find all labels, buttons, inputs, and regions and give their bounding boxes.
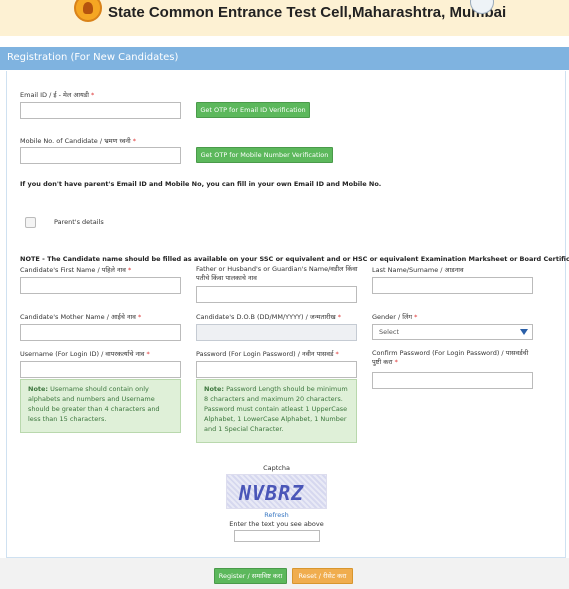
- gender-label: Gender / लिंग *: [372, 313, 418, 321]
- parents-details-label: Parent's details: [54, 218, 104, 226]
- mobile-otp-button[interactable]: Get OTP for Mobile Number Verification: [196, 147, 333, 163]
- password-field[interactable]: [196, 361, 357, 378]
- parents-details-checkbox[interactable]: [25, 217, 36, 228]
- password-note-text: Password Length should be minimum 8 char…: [204, 385, 348, 433]
- first-name-label: Candidate's First Name / पहिले नाव *: [20, 266, 132, 274]
- captcha-image: NVBRZ: [226, 474, 327, 509]
- confirm-password-label: Confirm Password (For Login Password) / …: [372, 349, 529, 366]
- username-field[interactable]: [20, 361, 181, 378]
- candidate-name-note: NOTE - The Candidate name should be fill…: [20, 255, 569, 263]
- register-button[interactable]: Register / समाविष्ट करा: [214, 568, 287, 584]
- last-name-field[interactable]: [372, 277, 533, 294]
- captcha-refresh-link[interactable]: Refresh: [226, 511, 327, 519]
- father-name-label: Father or Husband's or Guardian's Name/व…: [196, 265, 358, 282]
- confirm-password-field[interactable]: [372, 372, 533, 389]
- mother-name-label: Candidate's Mother Name / आईचे नाव *: [20, 313, 142, 321]
- father-name-field[interactable]: [196, 286, 357, 303]
- captcha-image-text: NVBRZ: [239, 481, 305, 505]
- panel-title: Registration (For New Candidates): [0, 47, 569, 70]
- username-note-text: Username should contain only alphabets a…: [28, 385, 160, 423]
- site-header: State Common Entrance Test Cell,Maharash…: [0, 0, 569, 36]
- username-label: Username (For Login ID) / वापरकर्त्याचे …: [20, 350, 150, 358]
- mobile-field[interactable]: [20, 147, 181, 164]
- email-otp-button[interactable]: Get OTP for Email ID Verification: [196, 102, 310, 118]
- captcha-input[interactable]: [234, 530, 320, 542]
- sce-cell-logo-icon: [74, 0, 102, 22]
- reset-button[interactable]: Reset / रीसेट करा: [292, 568, 353, 584]
- gender-selected-value: Select: [379, 328, 400, 336]
- site-title: State Common Entrance Test Cell,Maharash…: [108, 4, 507, 21]
- username-rules-note: Note: Username should contain only alpha…: [20, 379, 181, 433]
- password-label: Password (For Login Password) / नवीन पास…: [196, 350, 339, 358]
- mobile-label: Mobile No. of Candidate / भ्रमण ध्वनी *: [20, 137, 137, 145]
- captcha-instruction: Enter the text you see above: [229, 520, 324, 528]
- email-label: Email ID / ई - मेल आयडी *: [20, 91, 95, 99]
- password-rules-note: Note: Password Length should be minimum …: [196, 379, 357, 443]
- first-name-field[interactable]: [20, 277, 181, 294]
- password-note-prefix: Note:: [204, 385, 225, 393]
- dob-field[interactable]: [196, 324, 357, 341]
- gender-select[interactable]: Select: [372, 324, 533, 340]
- dob-label: Candidate's D.O.B (DD/MM/YYYY) / जन्मतार…: [196, 313, 342, 321]
- dropdown-arrow-icon: [520, 329, 528, 335]
- email-field[interactable]: [20, 102, 181, 119]
- username-note-prefix: Note:: [28, 385, 49, 393]
- last-name-label: Last Name/Surname / आडनाव: [372, 266, 464, 274]
- mother-name-field[interactable]: [20, 324, 181, 341]
- captcha-title: Captcha: [263, 464, 290, 472]
- parents-info-note: If you don't have parent's Email ID and …: [20, 180, 382, 188]
